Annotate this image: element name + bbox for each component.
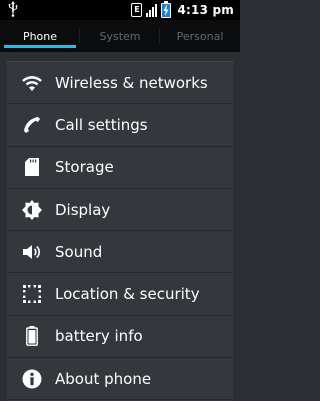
signal-strength-icon (146, 3, 158, 17)
tab-personal[interactable]: Personal (160, 20, 240, 52)
usb-icon (8, 1, 18, 17)
settings-item-label: Display (55, 200, 111, 219)
settings-item-label: Call settings (55, 115, 148, 134)
status-clock: 4:13 pm (177, 3, 234, 17)
settings-item-location-security[interactable]: Location & security (7, 273, 233, 316)
brightness-icon (21, 199, 43, 221)
settings-item-label: battery info (55, 327, 143, 346)
battery-icon (21, 325, 43, 347)
network-type-indicator: E (131, 3, 143, 17)
settings-item-about-phone[interactable]: About phone (7, 358, 233, 401)
location-grid-icon (21, 283, 43, 305)
settings-item-display[interactable]: Display (7, 189, 233, 232)
settings-list: Wireless & networks Call settings Storag… (7, 61, 233, 401)
sd-card-icon (21, 156, 43, 178)
settings-item-storage[interactable]: Storage (7, 147, 233, 189)
settings-item-label: Storage (55, 158, 114, 177)
tab-phone[interactable]: Phone (0, 20, 80, 52)
settings-item-sound[interactable]: Sound (7, 231, 233, 274)
tab-phone-label: Phone (22, 29, 58, 43)
wifi-icon (21, 72, 43, 94)
battery-charging-icon (161, 0, 172, 18)
settings-item-wireless-networks[interactable]: Wireless & networks (7, 62, 233, 105)
tab-bar: Phone System Personal (0, 20, 240, 52)
settings-item-battery-info[interactable]: battery info (7, 316, 233, 359)
settings-item-label: Location & security (55, 285, 200, 304)
info-icon (21, 368, 43, 390)
settings-item-call-settings[interactable]: Call settings (7, 104, 233, 147)
phone-icon (21, 114, 43, 136)
status-bar: E 4:13 pm (0, 0, 240, 20)
tab-personal-label: Personal (176, 29, 224, 43)
tab-system[interactable]: System (80, 20, 160, 52)
tab-system-label: System (99, 29, 141, 43)
settings-item-label: About phone (55, 369, 152, 388)
settings-item-label: Wireless & networks (55, 73, 208, 92)
speaker-icon (21, 241, 43, 263)
settings-item-label: Sound (55, 242, 103, 261)
